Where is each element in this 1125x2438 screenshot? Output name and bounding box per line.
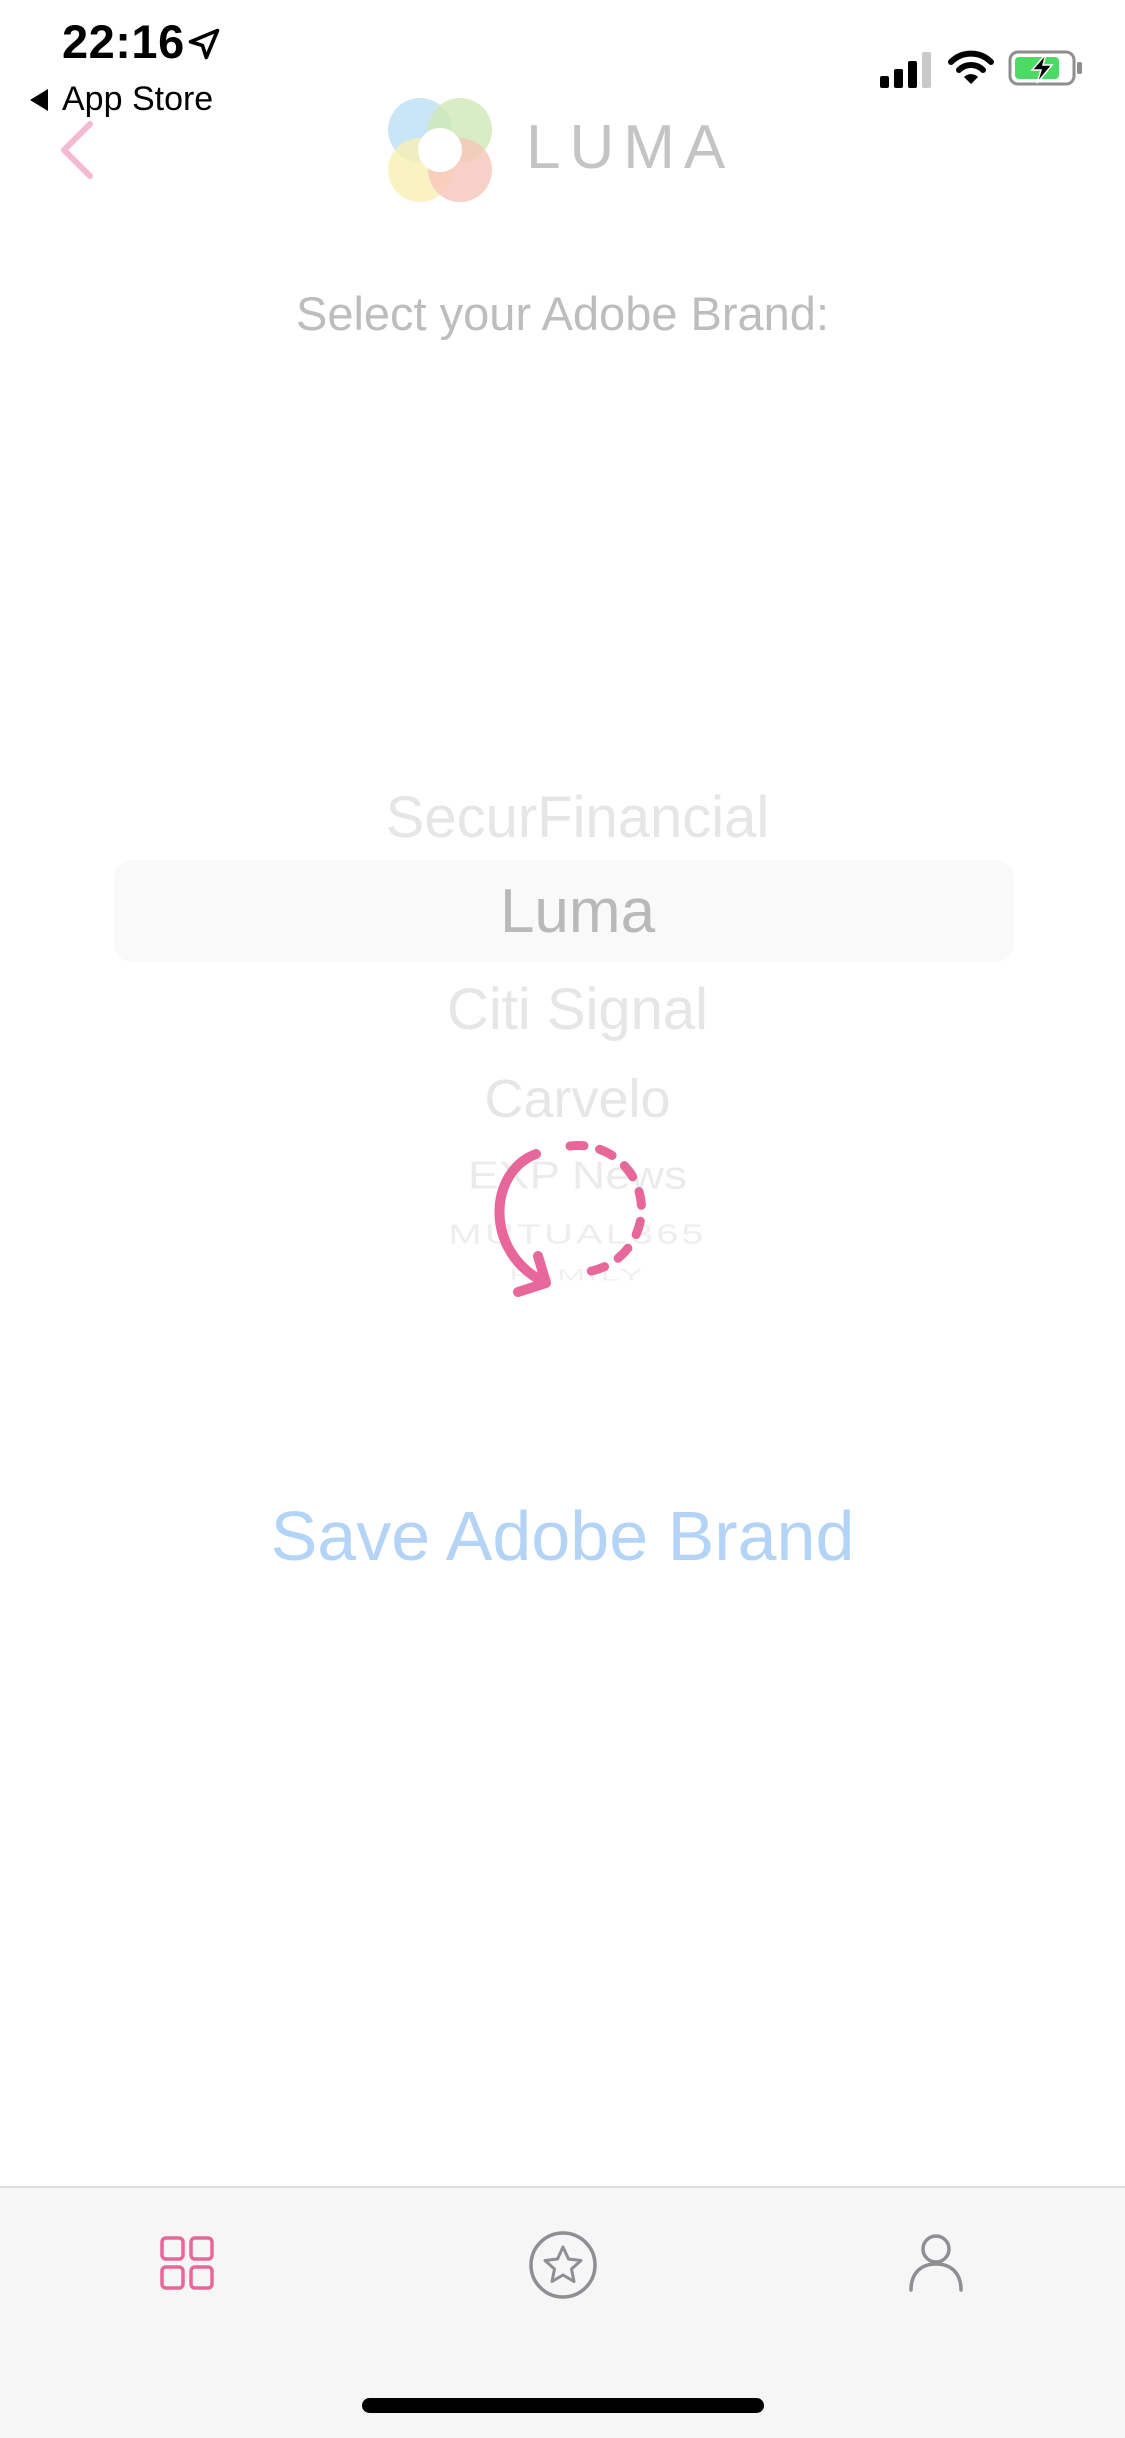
- location-arrow-icon: [188, 28, 220, 60]
- home-indicator[interactable]: [362, 2398, 764, 2413]
- back-triangle-icon: [30, 88, 48, 111]
- status-time: 22:16: [62, 15, 185, 68]
- grid-icon[interactable]: [160, 2236, 214, 2290]
- save-brand-button[interactable]: Save Adobe Brand: [0, 1496, 1125, 1576]
- logo-wordmark: LUMA: [526, 113, 735, 182]
- wifi-icon: [948, 50, 994, 84]
- person-icon[interactable]: [908, 2232, 964, 2292]
- star-icon[interactable]: [528, 2230, 598, 2300]
- cellular-signal-icon: [880, 52, 931, 88]
- luma-logo-icon: [388, 98, 492, 202]
- back-chevron-icon[interactable]: [56, 118, 96, 182]
- battery-charging-icon: [1008, 50, 1082, 86]
- brand-prompt: Select your Adobe Brand:: [295, 287, 830, 340]
- picker-option[interactable]: Citi Signal: [0, 976, 1125, 1043]
- picker-option-selected[interactable]: Luma: [0, 876, 1125, 947]
- picker-option[interactable]: SecurFinancial: [0, 784, 1125, 851]
- loading-spinner-icon: [494, 1141, 646, 1297]
- picker-option[interactable]: Carvelo: [0, 1068, 1125, 1130]
- back-app-label: App Store: [62, 80, 214, 118]
- back-to-app-link[interactable]: App Store: [30, 80, 213, 119]
